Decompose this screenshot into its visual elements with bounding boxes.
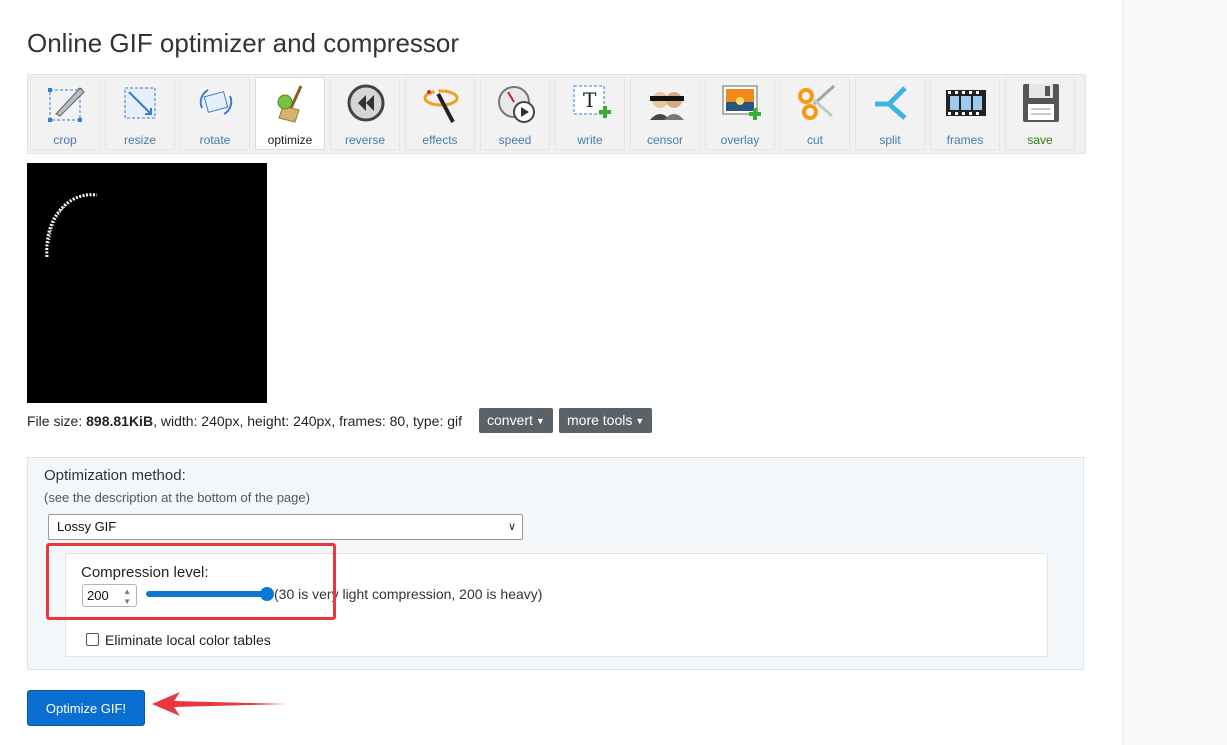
tool-resize[interactable]: resize bbox=[105, 77, 175, 150]
eliminate-color-tables-label: Eliminate local color tables bbox=[105, 632, 271, 648]
tool-optimize[interactable]: optimize bbox=[255, 77, 325, 150]
tool-split[interactable]: split bbox=[855, 77, 925, 150]
eliminate-color-tables-checkbox[interactable] bbox=[86, 633, 99, 646]
page-title: Online GIF optimizer and compressor bbox=[27, 28, 460, 58]
tool-crop[interactable]: crop bbox=[30, 77, 100, 150]
annotation-arrow-icon bbox=[152, 692, 288, 716]
convert-label: convert bbox=[487, 412, 533, 428]
text-add-icon: T bbox=[573, 85, 611, 118]
method-label: Optimization method: bbox=[44, 467, 186, 484]
caret-down-icon: ▼ bbox=[635, 416, 645, 426]
caret-down-icon: ▼ bbox=[535, 416, 545, 426]
tool-rotate[interactable]: rotate bbox=[180, 77, 250, 150]
film-strip-icon bbox=[946, 90, 986, 116]
tool-cut[interactable]: cut bbox=[780, 77, 850, 150]
reverse-icon bbox=[347, 84, 385, 122]
magic-wand-icon bbox=[423, 87, 459, 123]
tool-frames[interactable]: frames bbox=[930, 77, 1000, 150]
file-info-prefix: File size: bbox=[27, 413, 87, 429]
convert-dropdown-button[interactable]: convert ▼ bbox=[479, 408, 553, 433]
tool-label: split bbox=[879, 133, 901, 147]
optimize-broom-icon bbox=[277, 85, 303, 123]
method-select[interactable]: Lossy GIF ∨ bbox=[48, 514, 523, 540]
svg-text:T: T bbox=[583, 88, 597, 112]
tool-label: cut bbox=[806, 133, 823, 147]
tool-write[interactable]: T write bbox=[555, 77, 625, 150]
floppy-disk-icon bbox=[1023, 84, 1059, 122]
crop-icon bbox=[48, 87, 85, 122]
tool-label: speed bbox=[498, 133, 532, 147]
optimize-gif-button[interactable]: Optimize GIF! bbox=[27, 690, 145, 726]
method-hint: (see the description at the bottom of th… bbox=[44, 490, 310, 505]
stopwatch-icon bbox=[498, 86, 535, 123]
tool-label: write bbox=[577, 133, 603, 147]
file-info: File size: 898.81KiB, width: 240px, heig… bbox=[27, 413, 462, 429]
tool-label: crop bbox=[53, 133, 77, 147]
tool-label: reverse bbox=[344, 133, 385, 147]
tool-label: rotate bbox=[199, 133, 231, 147]
rotate-icon bbox=[199, 89, 233, 115]
tool-toolbar: crop resize rotate optimize reverse effe… bbox=[27, 74, 1086, 154]
file-size-value: 898.81KiB bbox=[86, 413, 154, 429]
tool-label: censor bbox=[646, 133, 684, 147]
tool-speed[interactable]: speed bbox=[480, 77, 550, 150]
tool-overlay[interactable]: overlay bbox=[705, 77, 775, 150]
method-selected-value: Lossy GIF bbox=[57, 519, 117, 534]
tool-label: resize bbox=[123, 133, 156, 147]
tool-label: optimize bbox=[267, 133, 313, 147]
split-arrows-icon bbox=[875, 86, 907, 120]
tool-label: frames bbox=[946, 133, 984, 147]
overlay-image-icon bbox=[722, 85, 761, 120]
tool-effects[interactable]: effects bbox=[405, 77, 475, 150]
tool-censor[interactable]: censor bbox=[630, 77, 700, 150]
annotation-highlight-box bbox=[46, 543, 336, 620]
tool-label: save bbox=[1027, 133, 1053, 147]
file-info-details: , width: 240px, height: 240px, frames: 8… bbox=[153, 413, 463, 429]
tool-label: overlay bbox=[720, 133, 760, 147]
tool-reverse[interactable]: reverse bbox=[330, 77, 400, 150]
censor-faces-icon bbox=[650, 92, 684, 120]
tool-save[interactable]: save bbox=[1005, 77, 1075, 150]
scissors-icon bbox=[798, 84, 836, 120]
gif-preview bbox=[27, 163, 267, 403]
right-gutter bbox=[1122, 0, 1227, 745]
tool-label: effects bbox=[422, 133, 458, 147]
chevron-down-icon: ∨ bbox=[507, 521, 516, 533]
eliminate-color-tables-row[interactable]: Eliminate local color tables bbox=[86, 632, 271, 648]
gif-frame-image bbox=[45, 193, 98, 258]
more-tools-label: more tools bbox=[567, 412, 633, 428]
resize-icon bbox=[124, 87, 156, 119]
more-tools-dropdown-button[interactable]: more tools ▼ bbox=[559, 408, 653, 433]
